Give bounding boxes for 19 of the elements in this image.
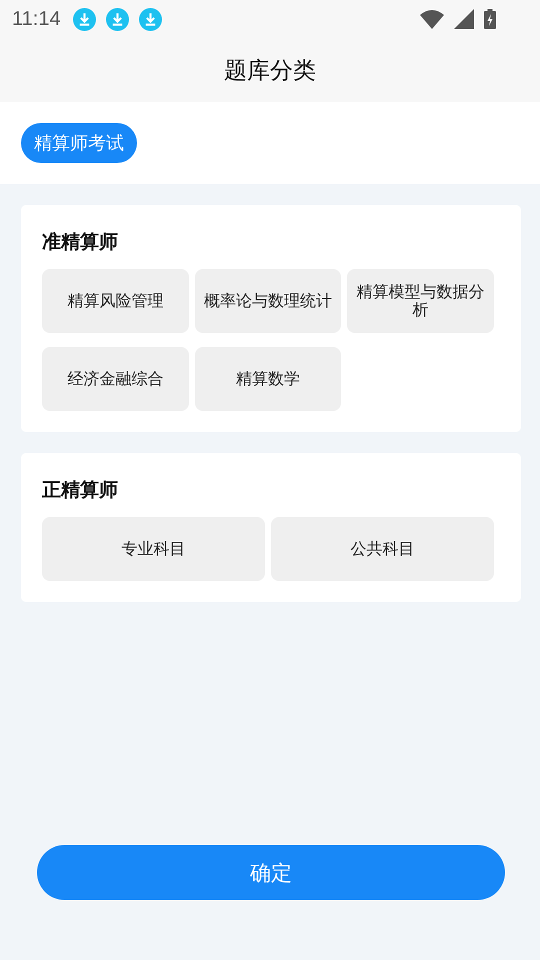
signal-icon bbox=[454, 9, 474, 29]
download-icon bbox=[72, 8, 96, 30]
subject-button[interactable]: 概率论与数理统计 bbox=[194, 269, 342, 333]
battery-icon bbox=[484, 9, 496, 29]
section-title: 正精算师 bbox=[42, 478, 119, 503]
subject-button[interactable]: 经济金融综合 bbox=[42, 347, 189, 411]
subject-button[interactable]: 专业科目 bbox=[42, 517, 265, 581]
clock-time: 11:14 bbox=[12, 8, 61, 30]
category-tab[interactable]: 精算师考试 bbox=[21, 123, 137, 163]
subject-button[interactable]: 精算模型与数据分析 bbox=[347, 269, 494, 333]
subject-button[interactable]: 精算数学 bbox=[194, 347, 342, 411]
page-title: 题库分类 bbox=[224, 56, 316, 86]
subject-button[interactable]: 精算风险管理 bbox=[42, 269, 189, 333]
confirm-button[interactable]: 确定 bbox=[37, 845, 505, 900]
download-icon bbox=[138, 8, 162, 30]
subject-button[interactable]: 公共科目 bbox=[271, 517, 494, 581]
wifi-icon bbox=[420, 9, 444, 29]
download-icon bbox=[106, 8, 129, 30]
section-title: 准精算师 bbox=[42, 230, 119, 255]
